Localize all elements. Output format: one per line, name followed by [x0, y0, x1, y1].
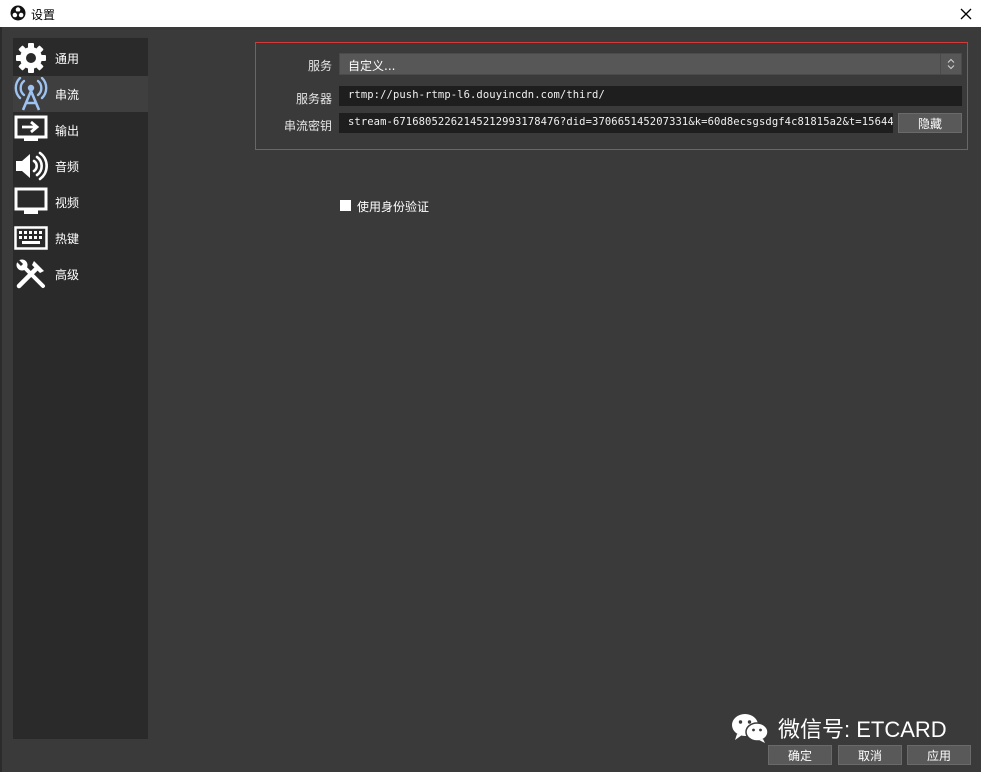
- sidebar-item-output[interactable]: 输出: [13, 112, 148, 148]
- sidebar-item-advanced[interactable]: 高级: [13, 256, 148, 292]
- sidebar-item-label: 热键: [55, 231, 80, 246]
- hide-key-button[interactable]: 隐藏: [898, 113, 962, 133]
- gear-icon: [13, 40, 49, 76]
- sidebar-item-general[interactable]: 通用: [13, 40, 148, 76]
- sidebar-item-video[interactable]: 视频: [13, 184, 148, 220]
- watermark-text: 微信号: ETCARD: [778, 717, 947, 742]
- window-edge: [0, 27, 2, 772]
- sidebar-item-label: 视频: [55, 195, 80, 210]
- stream-key-field-value: stream-67168052262145212993178476?did=37…: [348, 116, 893, 128]
- tools-icon: [13, 256, 49, 292]
- output-monitor-icon: [13, 112, 49, 148]
- broadcast-antenna-icon: [13, 76, 49, 112]
- server-field[interactable]: rtmp://push-rtmp-l6.douyincdn.com/third/: [339, 86, 962, 106]
- service-select[interactable]: 自定义...: [339, 53, 962, 75]
- close-button[interactable]: [951, 0, 981, 27]
- cancel-button[interactable]: 取消: [838, 745, 902, 765]
- obs-logo-icon: [10, 5, 26, 21]
- stream-key-field[interactable]: stream-67168052262145212993178476?did=37…: [339, 113, 893, 133]
- server-field-value: rtmp://push-rtmp-l6.douyincdn.com/third/: [348, 89, 605, 101]
- speaker-icon: [13, 148, 49, 184]
- title-bar: 设置: [0, 0, 981, 27]
- wechat-watermark: 微信号: ETCARD: [730, 712, 947, 744]
- window-title: 设置: [31, 8, 56, 22]
- sidebar-item-label: 串流: [55, 87, 80, 102]
- updown-arrows-icon: [940, 54, 961, 74]
- sidebar-item-audio[interactable]: 音频: [13, 148, 148, 184]
- ok-button[interactable]: 确定: [768, 745, 832, 765]
- monitor-icon: [13, 184, 49, 220]
- use-auth-checkbox[interactable]: [340, 200, 351, 211]
- service-select-value: 自定义...: [348, 59, 396, 73]
- wechat-icon: [732, 714, 769, 743]
- sidebar-item-label: 音频: [55, 159, 80, 174]
- service-label: 服务: [307, 59, 332, 73]
- server-label: 服务器: [295, 92, 332, 106]
- stream-key-label: 串流密钥: [283, 119, 332, 133]
- sidebar-item-hotkeys[interactable]: 热键: [13, 220, 148, 256]
- sidebar-item-label: 高级: [55, 267, 80, 282]
- use-auth-label[interactable]: 使用身份验证: [357, 198, 429, 215]
- settings-sidebar: 通用 串流 输出 音频 视频 热键 高级: [13, 38, 148, 739]
- apply-button[interactable]: 应用: [907, 745, 971, 765]
- close-icon: [960, 8, 972, 19]
- sidebar-item-stream[interactable]: 串流: [13, 76, 148, 112]
- sidebar-item-label: 通用: [55, 51, 80, 66]
- sidebar-item-label: 输出: [55, 123, 80, 138]
- keyboard-icon: [13, 220, 49, 256]
